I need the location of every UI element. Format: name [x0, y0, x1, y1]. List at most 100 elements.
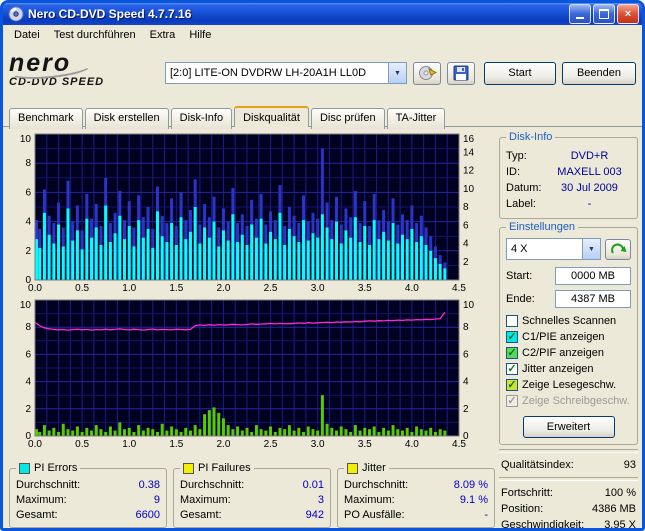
refresh-icon	[609, 241, 627, 257]
menu-test-durchfuehren[interactable]: Test durchführen	[47, 27, 143, 43]
svg-text:4.0: 4.0	[405, 283, 419, 294]
title-bar[interactable]: Nero CD-DVD Speed 4.7.7.16 ×	[3, 3, 642, 25]
checkbox-icon[interactable]	[506, 315, 518, 327]
svg-text:8: 8	[25, 158, 31, 169]
svg-text:0.0: 0.0	[28, 439, 42, 450]
jitter-legend: Jitter	[362, 462, 386, 474]
stat-value: 9	[154, 493, 160, 508]
stat-label: PO Ausfälle:	[344, 508, 405, 523]
drive-select[interactable]: [2:0] LITE-ON DVDRW LH-20A1H LL0D ▼	[165, 62, 407, 84]
disk-info-title: Disk-Info	[506, 131, 555, 143]
stat-value: 942	[306, 508, 324, 523]
menu-bar: Datei Test durchführen Extra Hilfe	[3, 25, 642, 45]
svg-text:16: 16	[463, 134, 475, 145]
chevron-down-icon[interactable]: ▼	[582, 239, 600, 259]
svg-text:2: 2	[25, 404, 31, 415]
close-button[interactable]: ×	[617, 4, 639, 24]
svg-text:1.0: 1.0	[122, 439, 136, 450]
svg-text:8: 8	[463, 202, 469, 213]
svg-text:14: 14	[463, 147, 475, 158]
svg-text:10: 10	[20, 300, 32, 311]
quality-index-row: Qualitätsindex: 93	[499, 457, 638, 473]
menu-extra[interactable]: Extra	[143, 27, 183, 43]
close-icon: ×	[625, 8, 631, 20]
svg-text:4: 4	[463, 377, 469, 388]
svg-text:12: 12	[463, 166, 475, 177]
charts-column: 10864201614121086420.00.51.01.52.02.53.0…	[9, 129, 495, 528]
checkbox-c2-pif[interactable]: ✓C2/PIF anzeigen	[506, 345, 631, 361]
settings-groupbox: Einstellungen 4 X ▼ Start: 00	[499, 227, 638, 445]
disc-action-button[interactable]	[413, 62, 441, 85]
svg-text:3.5: 3.5	[358, 283, 372, 294]
tab-disc-pruefen[interactable]: Disc prüfen	[311, 108, 385, 129]
save-button[interactable]	[447, 62, 475, 85]
progress-label: Fortschritt:	[501, 485, 553, 501]
svg-text:2: 2	[25, 246, 31, 257]
checkbox-jitter[interactable]: ✓Jitter anzeigen	[506, 361, 631, 377]
menu-datei[interactable]: Datei	[7, 27, 47, 43]
stat-label: Gesamt:	[16, 508, 58, 523]
stat-label: Durchschnitt:	[344, 478, 408, 493]
checkbox-icon[interactable]: ✓	[506, 331, 518, 343]
start-field[interactable]: 0000 MB	[555, 267, 631, 285]
start-button[interactable]: Start	[484, 62, 556, 85]
speed-select[interactable]: 4 X ▼	[506, 238, 601, 260]
progress-value: 100 %	[605, 485, 636, 501]
checkbox-icon[interactable]: ✓	[506, 347, 518, 359]
separator	[499, 477, 638, 481]
menu-hilfe[interactable]: Hilfe	[182, 27, 218, 43]
tab-disk-info[interactable]: Disk-Info	[171, 108, 232, 129]
checkbox-schreibgeschw: ✓Zeige Schreibgeschw.	[506, 393, 631, 409]
disk-info-groupbox: Disk-Info Typ:DVD+R ID:MAXELL 003 Datum:…	[499, 137, 638, 219]
svg-text:8: 8	[463, 322, 469, 333]
pi-failures-color-swatch	[183, 463, 194, 474]
tab-strip: Benchmark Disk erstellen Disk-Info Diskq…	[3, 103, 642, 127]
svg-text:0.5: 0.5	[75, 283, 89, 294]
jitter-statbox: Jitter Durchschnitt:8.09 % Maximum:9.1 %…	[337, 468, 495, 528]
checkbox-icon[interactable]: ✓	[506, 363, 518, 375]
maximize-button[interactable]	[593, 4, 615, 24]
chevron-down-icon[interactable]: ▼	[388, 63, 406, 83]
cd-icon	[8, 6, 24, 22]
minimize-button[interactable]	[569, 4, 591, 24]
svg-text:4: 4	[25, 217, 31, 228]
progress-row: Fortschritt: 100 %	[499, 485, 638, 501]
disk-id-value: MAXELL 003	[548, 164, 631, 180]
tab-diskqualitaet[interactable]: Diskqualität	[234, 106, 309, 127]
tab-benchmark[interactable]: Benchmark	[9, 108, 83, 129]
checkbox-icon[interactable]: ✓	[506, 379, 518, 391]
refresh-speed-button[interactable]	[605, 239, 631, 260]
checkbox-schnelles-scannen[interactable]: Schnelles Scannen	[506, 313, 631, 329]
quality-index-label: Qualitätsindex:	[501, 457, 574, 473]
end-field[interactable]: 4387 MB	[555, 290, 631, 308]
toolbar: nero CD-DVD SPEED [2:0] LITE-ON DVDRW LH…	[3, 45, 642, 103]
main-area: 10864201614121086420.00.51.01.52.02.53.0…	[3, 127, 642, 531]
window-title: Nero CD-DVD Speed 4.7.7.16	[28, 7, 565, 21]
advanced-button[interactable]: Erweitert	[523, 416, 615, 438]
settings-title: Einstellungen	[506, 221, 578, 233]
drive-select-value: [2:0] LITE-ON DVDRW LH-20A1H LL0D	[166, 67, 388, 79]
tab-disk-erstellen[interactable]: Disk erstellen	[85, 108, 169, 129]
quality-progress-panel: Qualitätsindex: 93 Fortschritt: 100 % Po…	[499, 445, 638, 531]
svg-text:10: 10	[463, 300, 475, 311]
tab-ta-jitter[interactable]: TA-Jitter	[387, 108, 446, 129]
svg-text:3.0: 3.0	[311, 439, 325, 450]
svg-text:10: 10	[463, 184, 475, 195]
statistics-row: PI Errors Durchschnitt:0.38 Maximum:9 Ge…	[9, 468, 495, 528]
pi-failures-legend: PI Failures	[198, 462, 251, 474]
checkbox-lesegeschw[interactable]: ✓Zeige Lesegeschw.	[506, 377, 631, 393]
svg-text:6: 6	[463, 220, 469, 231]
svg-text:2.0: 2.0	[216, 283, 230, 294]
checkbox-c1-pie[interactable]: ✓C1/PIE anzeigen	[506, 329, 631, 345]
svg-text:2: 2	[463, 404, 469, 415]
maximize-icon	[599, 9, 609, 19]
position-row: Position: 4386 MB	[499, 501, 638, 517]
disk-date-value: 30 Jul 2009	[548, 180, 631, 196]
stat-value: 6600	[136, 508, 160, 523]
pi-errors-color-swatch	[19, 463, 30, 474]
stat-value: 9.1 %	[460, 493, 488, 508]
separator	[499, 449, 638, 453]
svg-text:4.5: 4.5	[452, 439, 466, 450]
stat-value: 0.38	[139, 478, 160, 493]
quit-button[interactable]: Beenden	[562, 62, 636, 85]
